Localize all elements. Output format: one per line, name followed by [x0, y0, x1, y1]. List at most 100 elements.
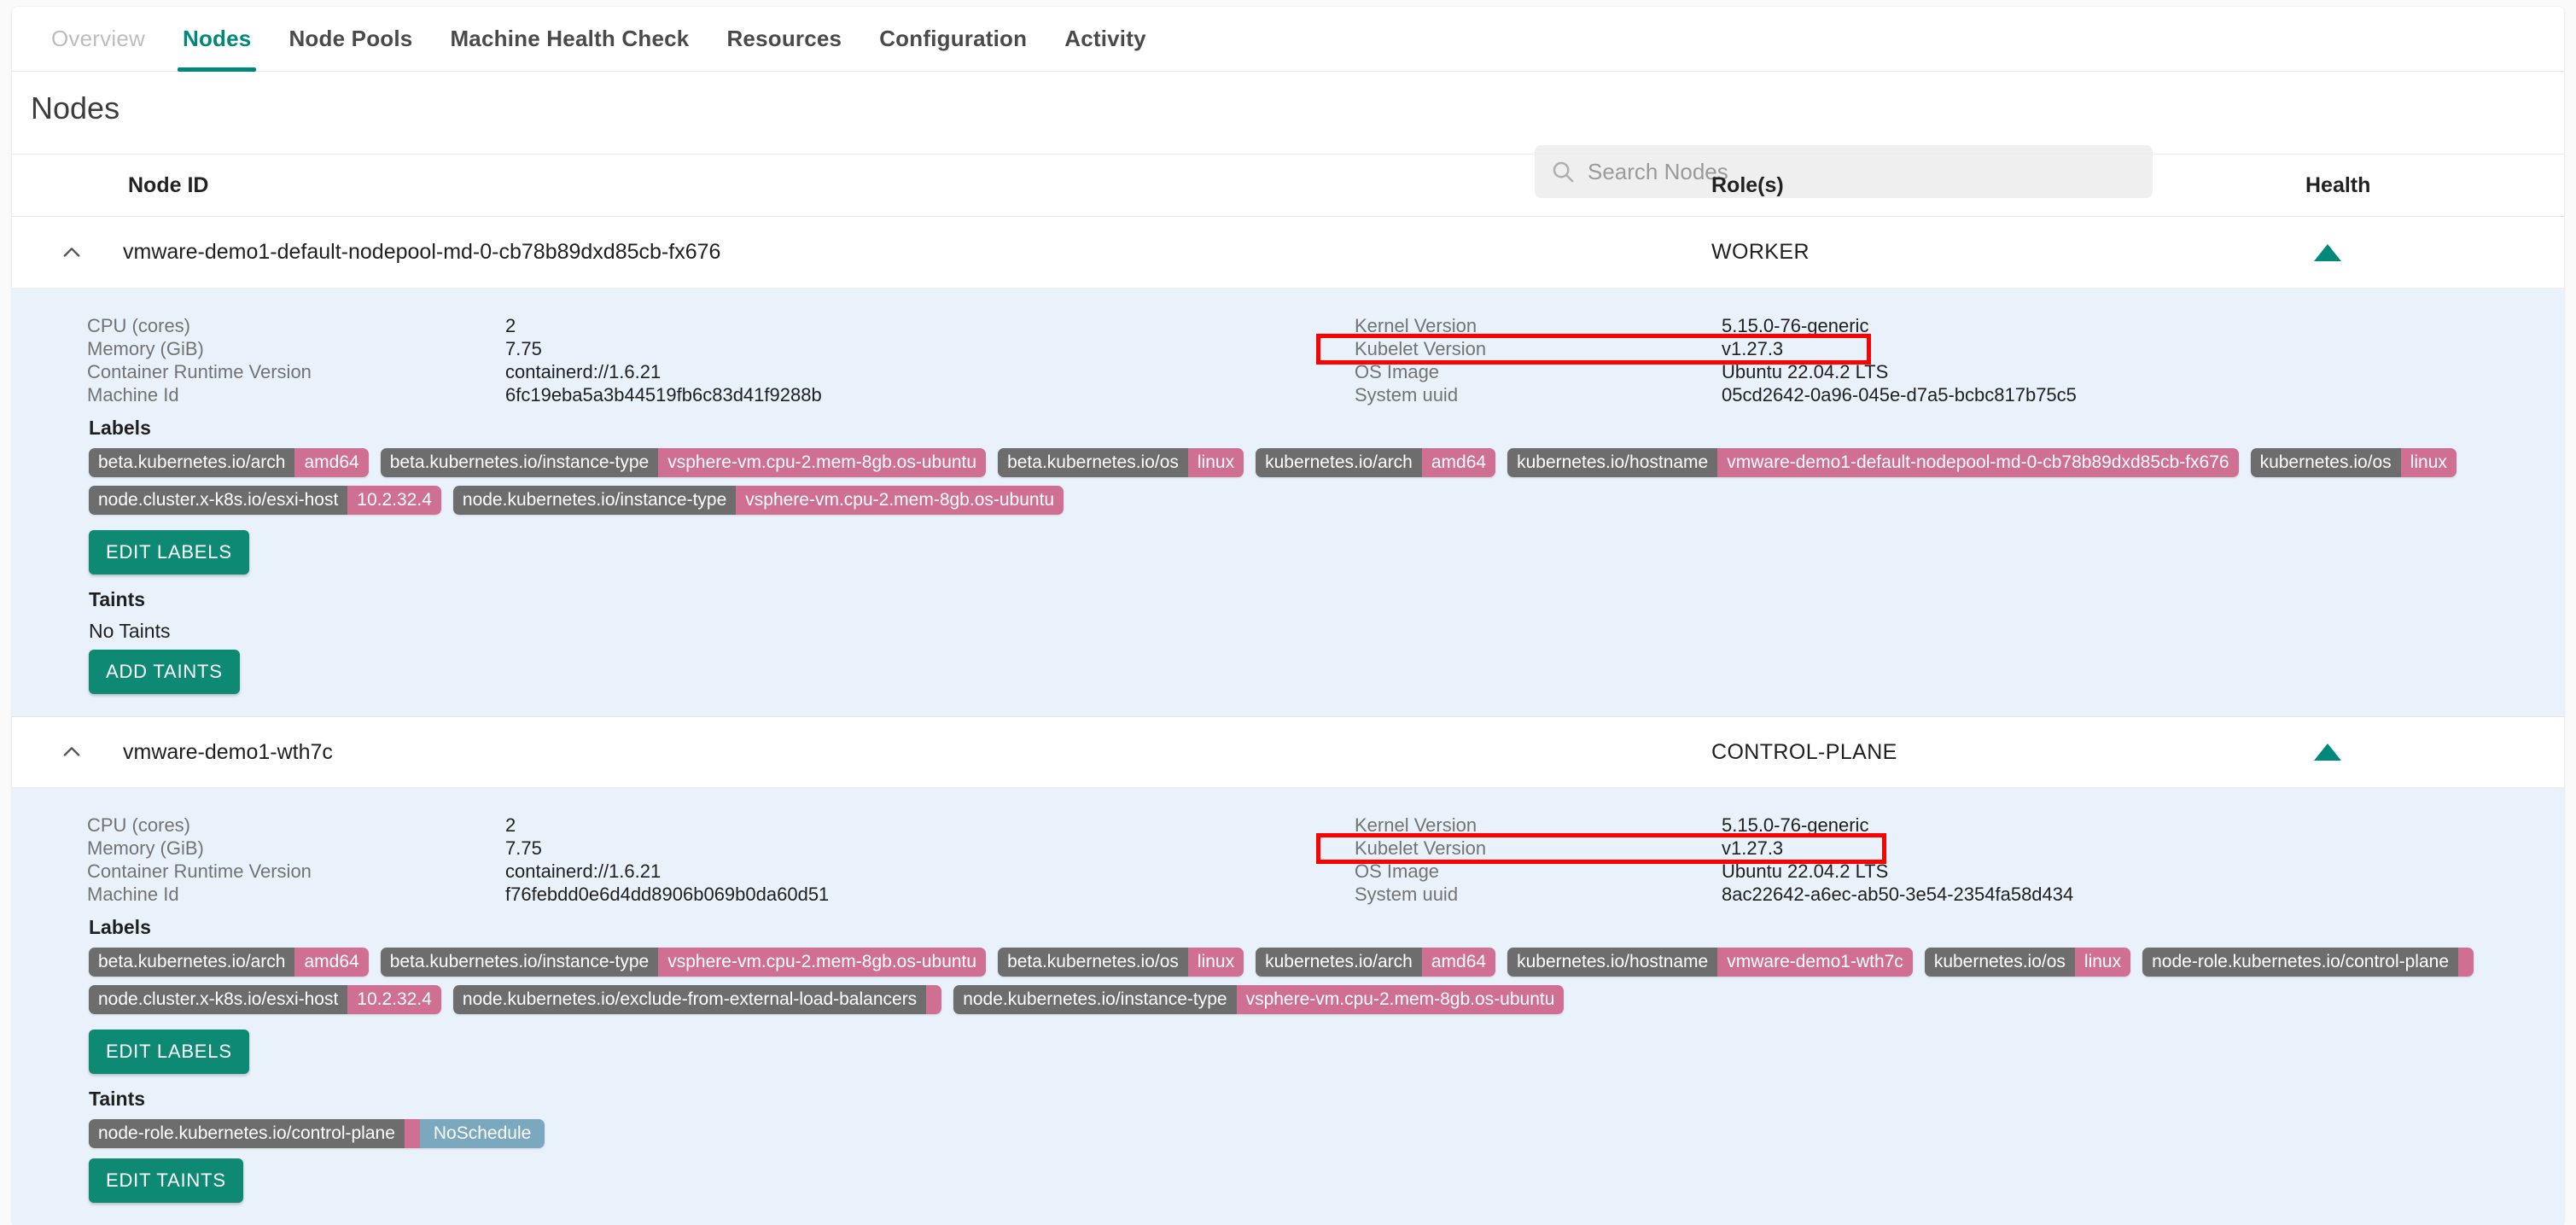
label-chip: node.kubernetes.io/instance-type vsphere-…: [953, 985, 1565, 1014]
spec-memory: Memory (GiB) 7.75: [87, 337, 822, 360]
label-chip-key: beta.kubernetes.io/instance-type: [380, 448, 659, 477]
label-chip-key: node.kubernetes.io/instance-type: [452, 486, 737, 515]
spec-value: 2: [505, 814, 516, 836]
tab-resources[interactable]: Resources: [708, 7, 860, 72]
labels-heading: Labels: [89, 417, 151, 439]
tab-activity[interactable]: Activity: [1046, 7, 1165, 72]
spec-label: Machine Id: [87, 383, 179, 405]
tab-node-pools[interactable]: Node Pools: [270, 7, 431, 72]
spec-label: CPU (cores): [87, 814, 191, 836]
label-chip-key: beta.kubernetes.io/os: [998, 448, 1188, 477]
label-chip: node.kubernetes.io/instance-type vsphere-…: [452, 486, 1064, 515]
label-chip-key: kubernetes.io/hostname: [1507, 448, 1718, 477]
spec-cpu: CPU (cores) 2: [87, 814, 829, 837]
label-chip-key: node-role.kubernetes.io/control-plane: [2142, 948, 2459, 977]
label-chip-key: kubernetes.io/arch: [1256, 948, 1422, 977]
spec-value: 7.75: [505, 337, 542, 359]
tab-overview[interactable]: Overview: [32, 7, 164, 72]
label-chip-value: linux: [1187, 948, 1244, 977]
label-chip-key: node.kubernetes.io/exclude-from-external…: [452, 985, 927, 1014]
node-specs-right: Kernel Version 5.15.0-76-generic Kubelet…: [1355, 814, 2073, 906]
node-row[interactable]: vmware-demo1-wth7c CONTROL-PLANE: [12, 716, 2564, 788]
node-health-status: [2314, 744, 2341, 761]
spec-machine-id: Machine Id f76febdd0e6d4dd8906b069b0da60…: [87, 883, 829, 906]
spec-label: System uuid: [1355, 383, 1459, 405]
label-chip: kubernetes.io/os linux: [2250, 448, 2457, 477]
page-header: Nodes: [12, 72, 2564, 198]
taint-chip-key: node-role.kubernetes.io/control-plane: [89, 1119, 405, 1148]
spec-cpu: CPU (cores) 2: [87, 314, 822, 337]
label-chip-value: amd64: [1421, 448, 1496, 477]
spec-value: f76febdd0e6d4dd8906b069b0da60d51: [505, 883, 830, 905]
tab-configuration[interactable]: Configuration: [860, 7, 1046, 72]
label-chip-key: beta.kubernetes.io/instance-type: [380, 948, 659, 977]
add-taints-button[interactable]: ADD TAINTS: [89, 650, 240, 694]
label-chip-key: kubernetes.io/hostname: [1507, 948, 1718, 977]
node-row[interactable]: vmware-demo1-default-nodepool-md-0-cb78b…: [12, 217, 2564, 289]
spec-kernel-version: Kernel Version 5.15.0-76-generic: [1355, 814, 2073, 837]
taints-heading: Taints: [89, 588, 146, 610]
edit-taints-button[interactable]: EDIT TAINTS: [89, 1158, 243, 1203]
label-chip-key: node.kubernetes.io/instance-type: [953, 985, 1237, 1014]
node-specs-left: CPU (cores) 2 Memory (GiB) 7.75 Containe…: [87, 314, 822, 406]
node-specs-left: CPU (cores) 2 Memory (GiB) 7.75 Containe…: [87, 814, 829, 906]
column-header-health: Health: [2305, 172, 2371, 197]
spec-os-image: OS Image Ubuntu 22.04.2 LTS: [1355, 860, 2073, 883]
spec-value: 8ac22642-a6ec-ab50-3e54-2354fa58d434: [1722, 883, 2074, 905]
taint-chip-effect: NoSchedule: [419, 1119, 545, 1148]
spec-os-image: OS Image Ubuntu 22.04.2 LTS: [1355, 360, 2077, 383]
label-chip: node.cluster.x-k8s.io/esxi-host 10.2.32.4: [89, 486, 441, 515]
tab-machine-health-check[interactable]: Machine Health Check: [431, 7, 708, 72]
spec-label: Container Runtime Version: [87, 860, 312, 882]
label-chip-value: vsphere-vm.cpu-2.mem-8gb.os-ubuntu: [658, 448, 987, 477]
spec-value: v1.27.3: [1722, 837, 1784, 859]
node-detail-panel: CPU (cores) 2 Memory (GiB) 7.75 Containe…: [12, 788, 2564, 1225]
label-chip-value: linux: [2400, 448, 2457, 477]
tab-nodes[interactable]: Nodes: [164, 7, 270, 72]
spec-label: Kernel Version: [1355, 814, 1477, 836]
label-chip: beta.kubernetes.io/instance-type vsphere-…: [380, 448, 987, 477]
node-role-text: WORKER: [1711, 240, 1810, 264]
label-chip-key: beta.kubernetes.io/arch: [89, 948, 295, 977]
label-chip-value: amd64: [1421, 948, 1496, 977]
spec-value: Ubuntu 22.04.2 LTS: [1722, 860, 1889, 882]
spec-value: Ubuntu 22.04.2 LTS: [1722, 360, 1889, 382]
spec-label: Kubelet Version: [1355, 337, 1487, 359]
spec-memory: Memory (GiB) 7.75: [87, 837, 829, 860]
chevron-up-icon[interactable]: [60, 241, 84, 265]
spec-kubelet-version: Kubelet Version v1.27.3: [1355, 837, 2073, 860]
spec-kernel-version: Kernel Version 5.15.0-76-generic: [1355, 314, 2077, 337]
spec-value: 2: [505, 314, 516, 336]
label-chip: kubernetes.io/arch amd64: [1256, 948, 1496, 977]
label-chip-key: beta.kubernetes.io/arch: [89, 448, 295, 477]
labels-chip-list: beta.kubernetes.io/arch amd64 beta.kuberne…: [89, 448, 2504, 515]
label-chip-value: 10.2.32.4: [347, 985, 441, 1014]
node-detail-panel: CPU (cores) 2 Memory (GiB) 7.75 Containe…: [12, 289, 2564, 716]
label-chip: node.kubernetes.io/exclude-from-external…: [452, 985, 942, 1014]
node-role-text: CONTROL-PLANE: [1711, 739, 1897, 764]
node-specs-right: Kernel Version 5.15.0-76-generic Kubelet…: [1355, 314, 2077, 406]
label-chip: beta.kubernetes.io/os linux: [998, 448, 1244, 477]
label-chip-value: vmware-demo1-default-nodepool-md-0-cb78b…: [1717, 448, 2239, 477]
spec-label: Memory (GiB): [87, 337, 204, 359]
label-chip: beta.kubernetes.io/arch amd64: [89, 948, 369, 977]
label-chip-value: linux: [2074, 948, 2131, 977]
label-chip: beta.kubernetes.io/instance-type vsphere-…: [380, 948, 987, 977]
label-chip-value: vsphere-vm.cpu-2.mem-8gb.os-ubuntu: [1236, 985, 1565, 1014]
column-header-roles: Role(s): [1711, 172, 1784, 197]
spec-value: 5.15.0-76-generic: [1722, 314, 1869, 336]
label-chip: kubernetes.io/os linux: [1924, 948, 2131, 977]
chevron-up-icon[interactable]: [60, 740, 84, 764]
edit-labels-button[interactable]: EDIT LABELS: [89, 530, 249, 575]
spec-value: containerd://1.6.21: [505, 860, 661, 882]
spec-machine-id: Machine Id 6fc19eba5a3b44519fb6c83d41f92…: [87, 383, 822, 406]
label-chip-value: vsphere-vm.cpu-2.mem-8gb.os-ubuntu: [736, 486, 1064, 515]
label-chip: beta.kubernetes.io/os linux: [998, 948, 1244, 977]
no-taints-text: No Taints: [89, 620, 171, 642]
cluster-detail-card: Overview Nodes Node Pools Machine Health…: [12, 7, 2564, 1225]
spec-container-runtime-version: Container Runtime Version containerd://1…: [87, 860, 829, 883]
spec-value: 6fc19eba5a3b44519fb6c83d41f9288b: [505, 383, 822, 405]
cluster-tabs: Overview Nodes Node Pools Machine Health…: [12, 7, 2564, 72]
edit-labels-button[interactable]: EDIT LABELS: [89, 1030, 249, 1074]
nodes-table-header: Node ID Role(s) Health: [12, 154, 2564, 217]
